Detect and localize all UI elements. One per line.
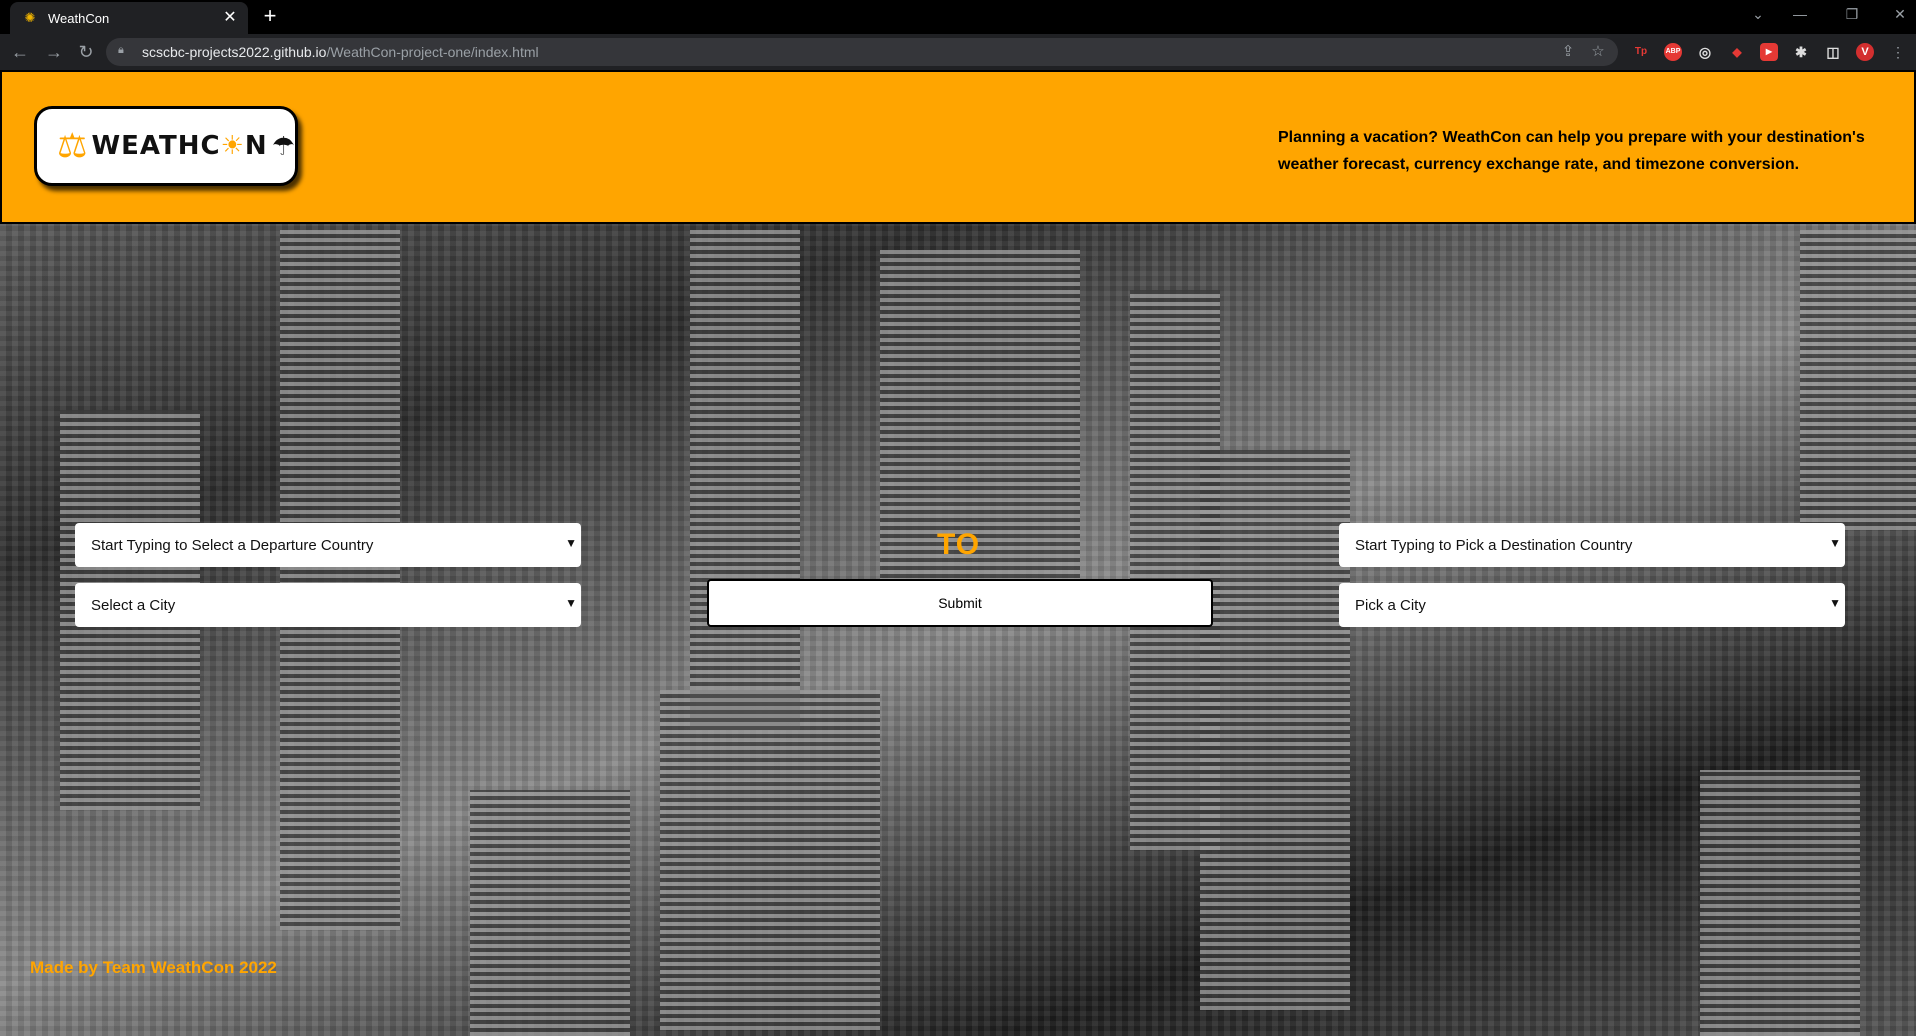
lock-icon: 🔒︎ [118, 44, 124, 56]
side-panel-icon[interactable]: ◫ [1824, 43, 1842, 61]
rain-cloud-icon: ☂ [271, 130, 295, 161]
logo-text-pre: WEATHC [91, 131, 221, 161]
extension-record-icon[interactable]: ◆ [1728, 43, 1746, 61]
sun-icon: ☀ [220, 131, 245, 161]
adblock-icon[interactable]: ABP [1664, 43, 1682, 61]
departure-country-select[interactable]: Start Typing to Select a Departure Count… [75, 523, 581, 567]
share-icon[interactable]: ⇪ [1558, 42, 1578, 62]
departure-country-value: Start Typing to Select a Departure Count… [91, 536, 374, 554]
site-header: ⚖ WEATHC☀N ☂ Planning a vacation? WeathC… [0, 70, 1916, 224]
url-host: scscbc-projects2022.github.io [142, 44, 327, 60]
balance-scale-icon: ⚖ [57, 127, 88, 165]
chevron-down-icon: ▼ [565, 536, 577, 550]
url-path: /WeathCon-project-one/index.html [326, 44, 539, 60]
chevron-down-icon: ▼ [1829, 596, 1841, 610]
extensions-puzzle-icon[interactable]: ✱ [1792, 43, 1810, 61]
weathcon-logo[interactable]: ⚖ WEATHC☀N ☂ [34, 106, 298, 186]
chevron-down-icon: ▼ [1829, 536, 1841, 550]
browser-toolbar: ← → ↻ 🔒︎ scscbc-projects2022.github.io/W… [0, 34, 1916, 70]
logo-wordmark: WEATHC☀N [91, 131, 267, 161]
browser-tab[interactable]: ✺ WeathCon ✕ [10, 2, 248, 34]
forward-icon[interactable]: → [42, 40, 66, 64]
to-label: TO [937, 528, 981, 561]
background-building [690, 230, 800, 730]
footer-credit: Made by Team WeathCon 2022 [30, 958, 277, 977]
departure-city-value: Select a City [91, 596, 176, 614]
url-text: scscbc-projects2022.github.io/WeathCon-p… [142, 44, 539, 60]
background-building [660, 690, 880, 1030]
profile-avatar[interactable]: V [1856, 43, 1874, 61]
minimize-icon[interactable]: — [1790, 6, 1810, 22]
tab-search-icon[interactable]: ⌄ [1748, 6, 1768, 23]
background-building [280, 230, 400, 930]
menu-kebab-icon[interactable]: ⋮ [1886, 40, 1910, 64]
restore-icon[interactable]: ❐ [1842, 6, 1862, 23]
background-building [470, 790, 630, 1036]
extension-globe-icon[interactable]: ◎ [1696, 43, 1714, 61]
background-building [1800, 230, 1916, 530]
destination-city-value: Pick a City [1355, 596, 1426, 614]
background-building [1700, 770, 1860, 1036]
bookmark-star-icon[interactable]: ☆ [1588, 42, 1608, 62]
tab-title: WeathCon [48, 10, 110, 26]
back-icon[interactable]: ← [8, 40, 32, 64]
address-bar[interactable]: 🔒︎ scscbc-projects2022.github.io/WeathCo… [106, 38, 1618, 66]
chevron-down-icon: ▼ [565, 596, 577, 610]
extension-video-icon[interactable]: ▶ [1760, 43, 1778, 61]
new-tab-icon[interactable]: + [258, 5, 282, 29]
reload-icon[interactable]: ↻ [74, 40, 98, 64]
submit-button[interactable]: Submit [707, 579, 1213, 627]
page-body: ⚖ WEATHC☀N ☂ Planning a vacation? WeathC… [0, 70, 1916, 1036]
logo-text-post: N [244, 131, 268, 161]
destination-city-select[interactable]: Pick a City ▼ [1339, 583, 1845, 627]
departure-city-select[interactable]: Select a City ▼ [75, 583, 581, 627]
destination-country-select[interactable]: Start Typing to Pick a Destination Count… [1339, 523, 1845, 567]
destination-country-value: Start Typing to Pick a Destination Count… [1355, 536, 1633, 554]
close-window-icon[interactable]: ✕ [1890, 6, 1910, 23]
close-tab-icon[interactable]: ✕ [220, 8, 240, 28]
site-tagline: Planning a vacation? WeathCon can help y… [1278, 129, 1865, 173]
sun-favicon-icon: ✺ [24, 10, 36, 25]
background-building [1200, 450, 1350, 1010]
browser-tabbar: ✺ WeathCon ✕ + ⌄ — ❐ ✕ [0, 0, 1916, 34]
extension-tp-icon[interactable]: Tp [1632, 43, 1650, 61]
